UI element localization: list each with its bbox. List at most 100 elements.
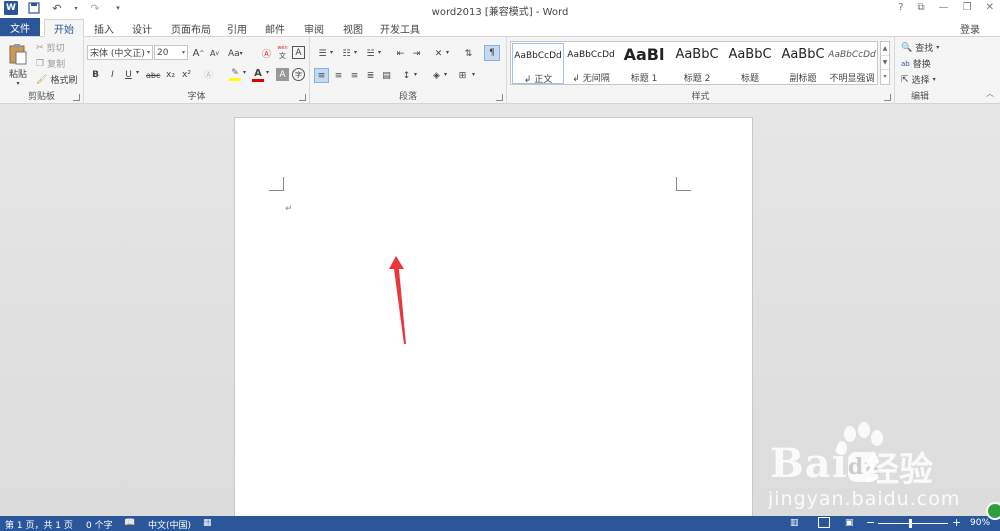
font-launcher-icon[interactable] [299, 94, 306, 101]
sign-in-link[interactable]: 登录 [960, 21, 980, 36]
justify-icon[interactable]: ≣ [364, 69, 377, 82]
gallery-more-icon[interactable]: ▾ [881, 70, 889, 84]
phonetic-guide-button[interactable]: wén 文 [276, 45, 289, 60]
tab-review[interactable]: 审阅 [299, 19, 329, 37]
underline-button[interactable]: U [122, 68, 135, 81]
line-spacing-dropdown-icon[interactable]: ▾ [414, 71, 417, 78]
print-layout-icon[interactable] [818, 517, 830, 528]
format-painter-button[interactable]: 🖌 格式刷 [36, 73, 77, 87]
styles-launcher-icon[interactable] [884, 94, 891, 101]
font-group-label: 字体 [187, 92, 206, 102]
find-button[interactable]: 🔍 查找 ▾ [901, 41, 939, 55]
distributed-icon[interactable]: ▤ [380, 69, 393, 82]
zoom-in-icon[interactable]: + [952, 516, 961, 529]
align-center-icon[interactable]: ≡ [332, 69, 345, 82]
clear-formatting-icon[interactable]: Ⓐ [260, 47, 273, 60]
zoom-out-icon[interactable]: − [866, 516, 875, 529]
shading-dropdown-icon[interactable]: ▾ [444, 71, 447, 78]
font-color-dropdown-icon[interactable]: ▾ [266, 69, 269, 76]
style-no-spacing[interactable]: AaBbCcDd ↲ 无间隔 [565, 43, 617, 84]
decrease-indent-icon[interactable]: ⇤ [394, 47, 407, 60]
paste-dropdown-icon[interactable]: ▾ [16, 80, 19, 87]
multilevel-dropdown-icon[interactable]: ▾ [378, 49, 381, 56]
ribbon-display-icon[interactable]: ⧉ [918, 2, 925, 13]
chinese-layout-dropdown-icon[interactable]: ▾ [446, 49, 449, 56]
superscript-button[interactable]: x² [180, 68, 193, 81]
language-indicator[interactable]: 中文(中国) [148, 518, 191, 531]
window-controls: ? ⧉ — ❐ ✕ [898, 2, 994, 13]
chinese-layout-icon[interactable]: ✕ [432, 47, 445, 60]
page-count[interactable]: 第 1 页，共 1 页 [5, 518, 73, 531]
numbering-icon[interactable]: ☷ [340, 47, 353, 60]
align-left-icon[interactable]: ≡ [314, 68, 329, 83]
sort-icon[interactable]: ⇅ [462, 47, 475, 60]
style-subtitle[interactable]: AaBbC 副标题 [777, 43, 829, 84]
line-spacing-icon[interactable]: ↕ [400, 69, 413, 82]
italic-button[interactable]: I [106, 68, 119, 81]
collapse-ribbon-icon[interactable]: ︿ [986, 88, 994, 99]
borders-dropdown-icon[interactable]: ▾ [472, 71, 475, 78]
borders-icon[interactable]: ⊞ [456, 69, 469, 82]
restore-button[interactable]: ❐ [963, 2, 972, 13]
font-size-select[interactable]: 20 ▾ [154, 45, 188, 60]
multilevel-list-icon[interactable]: ☱ [364, 47, 377, 60]
word-count[interactable]: 0 个字 [86, 518, 113, 531]
style-subtle-emphasis[interactable]: AaBbCcDd 不明显强调 [827, 43, 877, 84]
enclose-characters-button[interactable]: 字 [292, 68, 305, 81]
change-case-button[interactable]: Aa ▾ [228, 47, 243, 60]
subscript-button[interactable]: x₂ [164, 68, 177, 81]
highlight-dropdown-icon[interactable]: ▾ [243, 69, 246, 76]
style-title[interactable]: AaBbC 标题 [724, 43, 776, 84]
increase-indent-icon[interactable]: ⇥ [410, 47, 423, 60]
paste-button[interactable]: 粘贴 ▾ [5, 41, 31, 89]
tab-insert[interactable]: 插入 [88, 19, 120, 37]
shading-icon[interactable]: ◈ [430, 69, 443, 82]
highlight-color-button[interactable]: ✎ [228, 67, 242, 82]
chevron-down-icon[interactable]: ▼ [881, 56, 889, 70]
underline-dropdown-icon[interactable]: ▾ [136, 69, 139, 76]
replace-button[interactable]: ab 替换 [901, 57, 931, 71]
help-icon[interactable]: ? [898, 2, 903, 13]
style-heading-2[interactable]: AaBbC 标题 2 [671, 43, 723, 84]
tab-developer[interactable]: 开发工具 [377, 19, 423, 37]
document-page[interactable]: ↵ [234, 117, 753, 517]
bullets-icon[interactable]: ☰ [316, 47, 329, 60]
tab-mailings[interactable]: 邮件 [260, 19, 290, 37]
select-button[interactable]: ⇱ 选择 ▾ [901, 73, 936, 87]
zoom-slider-thumb[interactable] [909, 519, 912, 528]
tab-references[interactable]: 引用 [222, 19, 252, 37]
web-layout-icon[interactable]: ▣ [845, 518, 854, 528]
paragraph-launcher-icon[interactable] [496, 94, 503, 101]
cut-button[interactable]: ✂ 剪切 [36, 41, 65, 55]
tab-design[interactable]: 设计 [126, 19, 158, 37]
zoom-slider[interactable] [878, 523, 948, 524]
zoom-level[interactable]: 90% [970, 518, 990, 528]
tab-home[interactable]: 开始 [44, 19, 84, 37]
copy-button[interactable]: ❐ 复制 [36, 57, 65, 71]
proofing-icon[interactable]: 📖 [124, 518, 135, 528]
shrink-font-button[interactable]: Av [208, 47, 221, 60]
style-heading-1[interactable]: AaBl 标题 1 [618, 43, 670, 84]
style-normal[interactable]: AaBbCcDd ↲ 正文 [512, 43, 564, 85]
close-button[interactable]: ✕ [986, 2, 994, 13]
character-shading-button[interactable]: A [276, 68, 289, 81]
tab-file[interactable]: 文件 [0, 18, 40, 37]
grow-font-button[interactable]: A ^ [192, 47, 205, 60]
macro-record-icon[interactable]: ▦ [203, 518, 212, 528]
bold-button[interactable]: B [89, 68, 102, 81]
font-name-select[interactable]: 宋体 (中文正) ▾ [87, 45, 153, 60]
read-mode-icon[interactable]: ▥ [790, 518, 799, 528]
minimize-button[interactable]: — [939, 2, 949, 13]
chevron-up-icon[interactable]: ▲ [881, 42, 889, 56]
character-border-button[interactable]: A [292, 46, 305, 59]
align-right-icon[interactable]: ≡ [348, 69, 361, 82]
text-effects-icon[interactable]: Ⓐ [202, 68, 215, 81]
font-color-button[interactable]: A [252, 67, 264, 82]
strikethrough-button[interactable]: abc [146, 69, 160, 82]
numbering-dropdown-icon[interactable]: ▾ [354, 49, 357, 56]
tab-view[interactable]: 视图 [338, 19, 368, 37]
bullets-dropdown-icon[interactable]: ▾ [330, 49, 333, 56]
clipboard-launcher-icon[interactable] [73, 94, 80, 101]
tab-page-layout[interactable]: 页面布局 [168, 19, 214, 37]
show-formatting-marks-icon[interactable]: ¶ [484, 45, 500, 61]
